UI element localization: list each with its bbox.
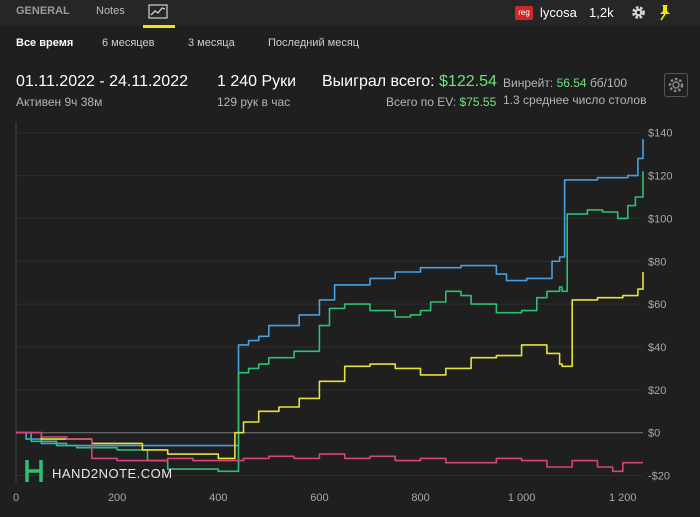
x-tick-label: 400 xyxy=(209,492,227,504)
y-tick-label: $80 xyxy=(648,256,666,268)
watermark: HAND2NOTE.COM xyxy=(25,460,173,482)
y-tick-label: $40 xyxy=(648,342,666,354)
active-time: Активен 9ч 38м xyxy=(16,95,103,109)
tab-notes[interactable]: Notes xyxy=(96,5,125,17)
series-line-0 xyxy=(16,139,644,447)
ev-label: Всего по EV: xyxy=(386,95,457,109)
settings-gear-icon xyxy=(668,77,684,93)
chart-series xyxy=(16,139,644,473)
x-tick-label: 1 200 xyxy=(609,492,637,504)
x-tick-label: 0 xyxy=(13,492,19,504)
x-tick-label: 1 000 xyxy=(508,492,536,504)
ev-value: $75.55 xyxy=(459,95,497,109)
player-stack: 1,2k xyxy=(589,5,614,20)
top-bar: GENERAL Notes reg lycosa 1,2k xyxy=(0,0,700,28)
winrate: Винрейт: 56.54 бб/100 xyxy=(503,76,627,90)
won-value: $122.54 xyxy=(439,73,497,90)
period-all-time[interactable]: Все время xyxy=(16,37,73,49)
winrate-value: 56.54 xyxy=(556,76,587,90)
y-tick-label: $120 xyxy=(648,171,672,183)
x-tick-label: 800 xyxy=(411,492,429,504)
hands-count: 1 240 Руки xyxy=(217,73,297,90)
won-total: Выиграл всего: $122.54 xyxy=(322,73,497,91)
x-axis-ticks: 0 200 400 600 800 1 000 1 200 xyxy=(13,492,637,504)
room-badge: reg xyxy=(515,6,533,20)
period-6-months[interactable]: 6 месяцев xyxy=(102,37,154,49)
player-name: lycosa xyxy=(540,5,577,20)
active-tab-indicator xyxy=(143,25,175,28)
winrate-label: Винрейт: xyxy=(503,76,554,90)
tab-general[interactable]: GENERAL xyxy=(16,5,70,17)
period-3-months[interactable]: 3 месяца xyxy=(188,37,235,49)
y-tick-label: $0 xyxy=(648,428,660,440)
chart-line-icon xyxy=(148,4,168,19)
x-tick-label: 600 xyxy=(310,492,328,504)
y-tick-label: $100 xyxy=(648,213,672,225)
stats-panel: 01.11.2022 - 24.11.2022 Активен 9ч 38м 1… xyxy=(0,60,700,118)
won-label: Выиграл всего: xyxy=(322,73,435,90)
watermark-text: HAND2NOTE.COM xyxy=(52,466,173,481)
series-line-1 xyxy=(16,171,644,473)
hands-per-hour: 129 рук в час xyxy=(217,95,291,109)
period-selector: Все время 6 месяцев 3 месяца Последний м… xyxy=(0,30,700,58)
avg-tables: 1.3 среднее число столов xyxy=(503,93,647,107)
x-tick-label: 200 xyxy=(108,492,126,504)
y-tick-label: $60 xyxy=(648,299,666,311)
tab-graph[interactable] xyxy=(143,2,175,28)
profit-chart: 0 200 400 600 800 1 000 1 200 -$20 $0 $20 $40 $60 $… xyxy=(13,122,672,504)
winrate-unit: бб/100 xyxy=(589,76,628,90)
y-tick-label: -$20 xyxy=(648,471,670,483)
period-last-month[interactable]: Последний месяц xyxy=(268,37,359,49)
date-range: 01.11.2022 - 24.11.2022 xyxy=(16,73,188,90)
chart-settings-button[interactable] xyxy=(664,73,688,97)
y-axis-ticks: -$20 $0 $20 $40 $60 $80 $100 $120 $140 xyxy=(648,128,672,483)
y-tick-label: $140 xyxy=(648,128,672,140)
pin-icon[interactable] xyxy=(657,3,673,21)
y-tick-label: $20 xyxy=(648,385,666,397)
hand2note-logo-icon xyxy=(25,460,43,482)
chart-grid xyxy=(15,122,643,482)
gear-icon[interactable] xyxy=(630,4,647,21)
ev-total: Всего по EV: $75.55 xyxy=(386,95,496,109)
